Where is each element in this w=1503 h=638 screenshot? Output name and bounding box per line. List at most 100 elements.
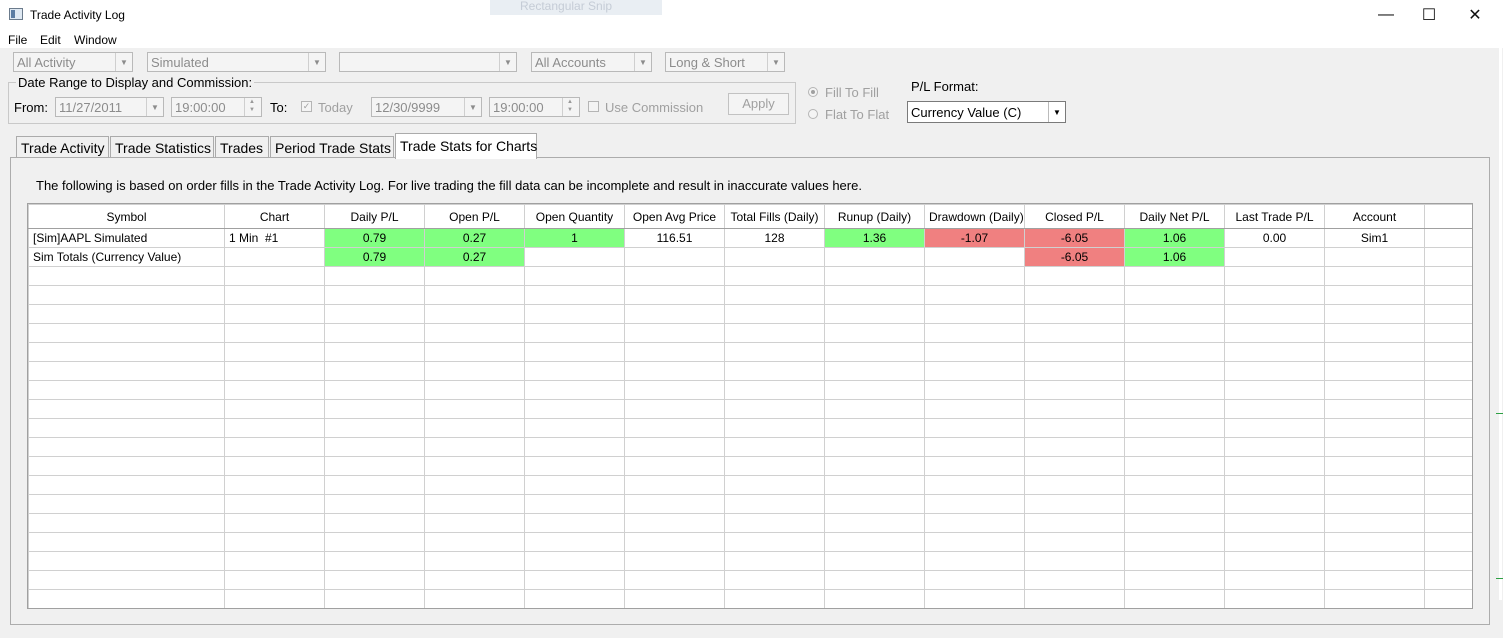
cell-runup [824,247,925,267]
column-header-total-fills[interactable]: Total Fills (Daily) [724,204,825,229]
empty-cell [924,342,1025,362]
cell-open-pl: 0.27 [424,247,525,267]
empty-row[interactable] [28,323,1472,343]
accounts-filter-select[interactable]: All Accounts ▼ [531,52,652,72]
empty-row[interactable] [28,551,1472,571]
tab-period-trade-stats[interactable]: Period Trade Stats [270,136,394,158]
empty-cell [324,266,425,286]
empty-cell [624,361,725,381]
table-row[interactable]: Sim Totals (Currency Value) 0.79 0.27 -6.05… [28,247,1472,267]
empty-row[interactable] [28,418,1472,438]
empty-cell [324,513,425,533]
empty-row[interactable] [28,513,1472,533]
trade-stats-grid[interactable]: Symbol Chart Daily P/L Open P/L Open Quantit… [27,203,1473,609]
info-notice: The following is based on order fills in… [36,178,862,193]
activity-filter-select[interactable]: All Activity ▼ [13,52,133,72]
menu-window[interactable]: Window [74,33,117,47]
close-button[interactable]: ✕ [1452,0,1498,30]
maximize-button[interactable]: ☐ [1406,0,1452,30]
tab-trades[interactable]: Trades [215,136,269,158]
snip-ghost-text: Rectangular Snip [520,0,613,13]
empty-cell [1424,380,1472,400]
fill-to-fill-radio[interactable] [808,87,818,97]
column-header-chart[interactable]: Chart [224,204,325,229]
empty-cell [624,342,725,362]
tab-trade-statistics[interactable]: Trade Statistics [110,136,214,158]
empty-cell [1224,380,1325,400]
column-header-spare[interactable] [1424,204,1472,229]
flat-to-flat-radio[interactable] [808,109,818,119]
today-checkbox[interactable]: ✓ [301,101,312,112]
empty-row[interactable] [28,266,1472,286]
mode-filter-select[interactable]: Simulated ▼ [147,52,326,72]
side-filter-select[interactable]: Long & Short ▼ [665,52,785,72]
empty-cell [1224,266,1325,286]
menu-edit[interactable]: Edit [40,33,61,47]
to-date-picker[interactable]: 12/30/9999 ▼ [371,97,482,117]
empty-row[interactable] [28,494,1472,514]
menu-file[interactable]: File [8,33,27,47]
minimize-button[interactable]: — [1363,0,1409,30]
empty-row[interactable] [28,589,1472,608]
column-header-drawdown[interactable]: Drawdown (Daily) [924,204,1025,229]
spin-arrows-icon[interactable]: ▲ ▼ [244,98,261,116]
empty-row[interactable] [28,532,1472,552]
column-header-daily-net-pl[interactable]: Daily Net P/L [1124,204,1225,229]
empty-cell [28,380,225,400]
cell-total-fills [724,247,825,267]
empty-row[interactable] [28,304,1472,324]
empty-row[interactable] [28,570,1472,590]
table-row[interactable]: [Sim]AAPL Simulated 1 Min #1 0.79 0.27 1 116.… [28,228,1472,248]
empty-cell [624,437,725,457]
cell-daily-net-pl: 1.06 [1124,247,1225,267]
empty-cell [224,380,325,400]
empty-cell [1024,361,1125,381]
empty-cell [824,380,925,400]
column-header-symbol[interactable]: Symbol [28,204,225,229]
empty-row[interactable] [28,456,1472,476]
to-time-spinner[interactable]: 19:00:00 ▲ ▼ [489,97,580,117]
tab-trade-activity[interactable]: Trade Activity [16,136,109,158]
empty-cell [1224,456,1325,476]
empty-row[interactable] [28,285,1472,305]
empty-cell [624,551,725,571]
column-header-closed-pl[interactable]: Closed P/L [1024,204,1125,229]
empty-row[interactable] [28,361,1472,381]
empty-cell [524,513,625,533]
empty-cell [624,456,725,476]
empty-cell [924,551,1025,571]
column-header-last-trade-pl[interactable]: Last Trade P/L [1224,204,1325,229]
empty-row[interactable] [28,437,1472,457]
empty-cell [724,323,825,343]
column-header-runup[interactable]: Runup (Daily) [824,204,925,229]
empty-cell [824,437,925,457]
empty-row[interactable] [28,475,1472,495]
from-time-spinner[interactable]: 19:00:00 ▲ ▼ [171,97,262,117]
column-header-open-quantity[interactable]: Open Quantity [524,204,625,229]
cell-account: Sim1 [1324,228,1425,248]
empty-row[interactable] [28,380,1472,400]
empty-cell [1324,437,1425,457]
empty-cell [28,304,225,324]
column-header-open-pl[interactable]: Open P/L [424,204,525,229]
empty-cell [1424,437,1472,457]
column-header-account[interactable]: Account [1324,204,1425,229]
empty-cell [28,342,225,362]
apply-button[interactable]: Apply [728,93,789,115]
empty-cell [224,418,325,438]
use-commission-checkbox[interactable] [588,101,599,112]
spin-arrows-icon[interactable]: ▲ ▼ [562,98,579,116]
empty-cell [1224,285,1325,305]
tab-trade-stats-for-charts[interactable]: Trade Stats for Charts [395,133,537,159]
empty-row[interactable] [28,342,1472,362]
empty-cell [924,494,1025,514]
blank-filter-select[interactable]: ▼ [339,52,517,72]
column-header-daily-pl[interactable]: Daily P/L [324,204,425,229]
column-header-open-avg-price[interactable]: Open Avg Price [624,204,725,229]
date-range-legend: Date Range to Display and Commission: [16,75,255,90]
empty-cell [324,418,425,438]
pl-format-select[interactable]: Currency Value (C) ▼ [907,101,1066,123]
empty-row[interactable] [28,399,1472,419]
empty-cell [1324,380,1425,400]
from-date-picker[interactable]: 11/27/2011 ▼ [55,97,164,117]
